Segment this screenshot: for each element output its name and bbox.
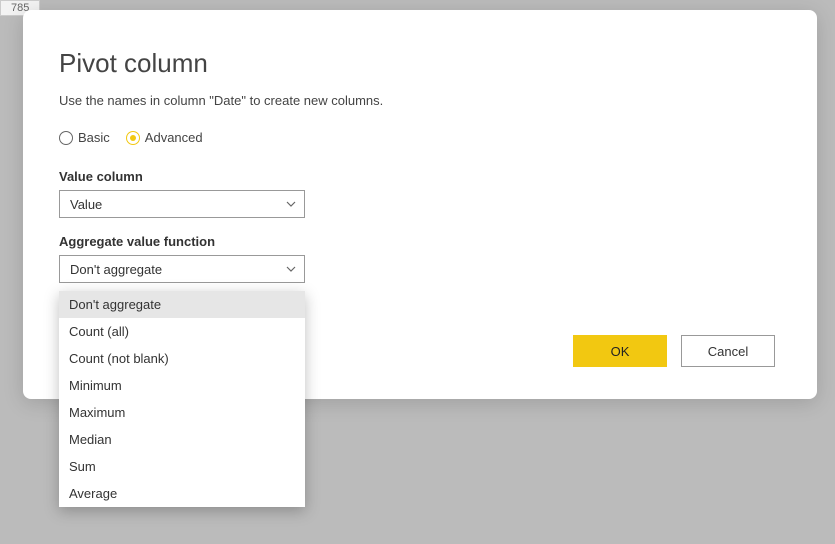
dropdown-option[interactable]: Sum bbox=[59, 453, 305, 480]
aggregate-dropdown[interactable]: Don't aggregate Count (all) Count (not b… bbox=[59, 291, 305, 507]
value-column-label: Value column bbox=[59, 169, 775, 184]
radio-icon bbox=[126, 131, 140, 145]
value-column-selected: Value bbox=[70, 197, 102, 212]
dropdown-option[interactable]: Count (all) bbox=[59, 318, 305, 345]
dropdown-option[interactable]: Median bbox=[59, 426, 305, 453]
radio-advanced-label: Advanced bbox=[145, 130, 203, 145]
dropdown-option[interactable]: Maximum bbox=[59, 399, 305, 426]
cancel-button[interactable]: Cancel bbox=[681, 335, 775, 367]
radio-advanced[interactable]: Advanced bbox=[126, 130, 203, 145]
ok-button[interactable]: OK bbox=[573, 335, 667, 367]
chevron-down-icon bbox=[286, 264, 296, 274]
aggregate-function-select[interactable]: Don't aggregate bbox=[59, 255, 305, 283]
dialog-title: Pivot column bbox=[59, 48, 775, 79]
dropdown-option[interactable]: Average bbox=[59, 480, 305, 507]
dropdown-option[interactable]: Minimum bbox=[59, 372, 305, 399]
mode-radio-group: Basic Advanced bbox=[59, 130, 775, 145]
chevron-down-icon bbox=[286, 199, 296, 209]
dialog-subtitle: Use the names in column "Date" to create… bbox=[59, 93, 775, 108]
dropdown-option[interactable]: Don't aggregate bbox=[59, 291, 305, 318]
radio-basic[interactable]: Basic bbox=[59, 130, 110, 145]
aggregate-function-label: Aggregate value function bbox=[59, 234, 775, 249]
value-column-select[interactable]: Value bbox=[59, 190, 305, 218]
radio-icon bbox=[59, 131, 73, 145]
radio-basic-label: Basic bbox=[78, 130, 110, 145]
dropdown-option[interactable]: Count (not blank) bbox=[59, 345, 305, 372]
pivot-column-dialog: Pivot column Use the names in column "Da… bbox=[23, 10, 817, 399]
aggregate-function-selected: Don't aggregate bbox=[70, 262, 162, 277]
